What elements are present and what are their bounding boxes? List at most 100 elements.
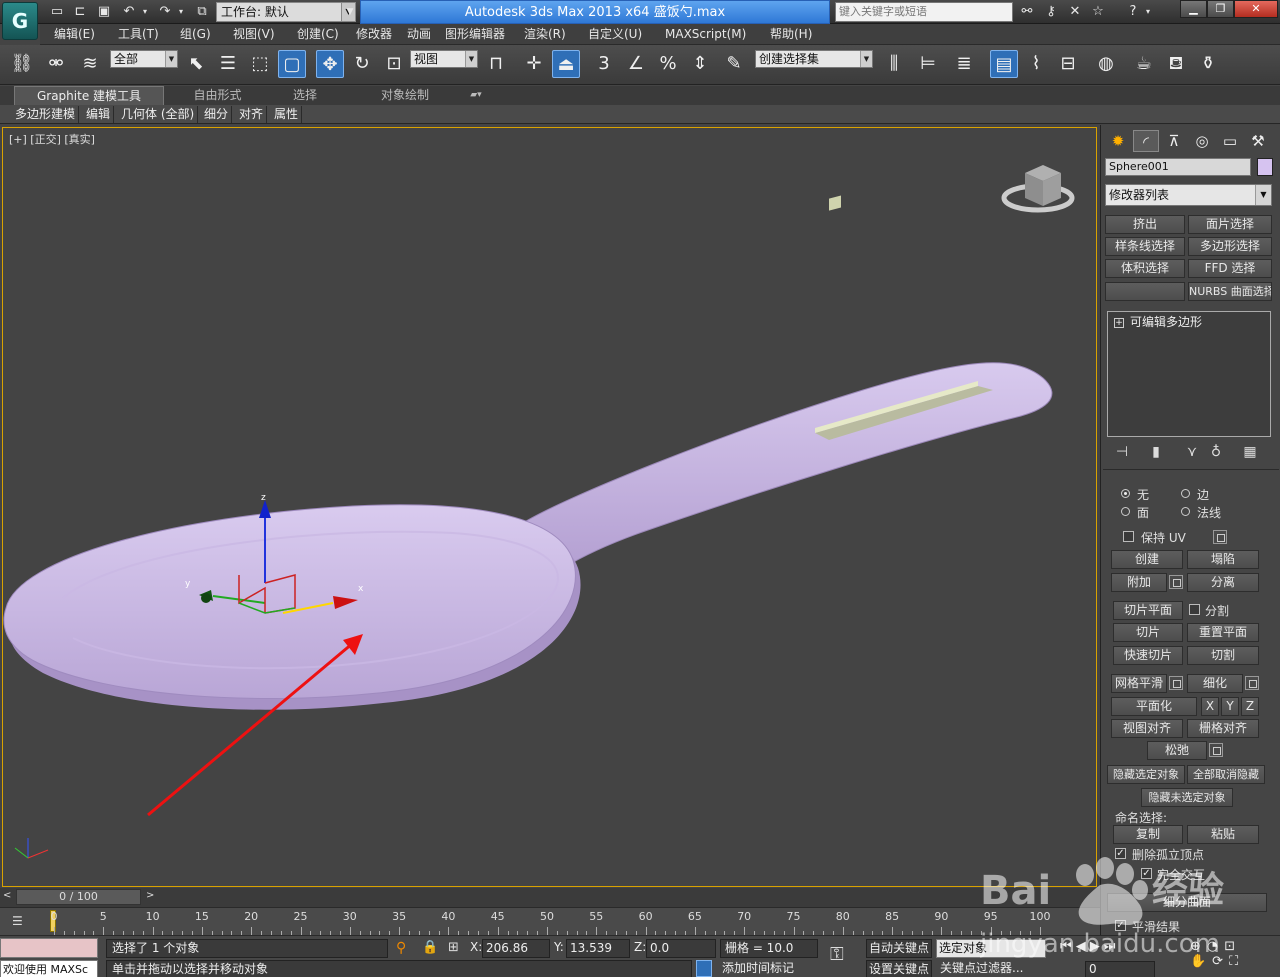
- new-file-icon[interactable]: ▭: [48, 3, 66, 21]
- menu-animation[interactable]: 动画: [407, 24, 431, 45]
- nurbs-surface-select-button[interactable]: NURBS 曲面选择: [1188, 282, 1272, 301]
- tab-graphite-modeling[interactable]: Graphite 建模工具: [14, 86, 164, 105]
- expand-plus-icon[interactable]: +: [1114, 317, 1124, 328]
- subdivision-surface-rollout[interactable]: 细分曲面: [1107, 893, 1267, 912]
- ribbon-align[interactable]: 对齐: [236, 106, 268, 123]
- key-icon[interactable]: ⚷: [1042, 3, 1060, 21]
- paste-button[interactable]: 粘贴: [1187, 825, 1259, 844]
- hierarchy-tab-icon[interactable]: ⊼: [1161, 130, 1187, 152]
- track-bar[interactable]: ☰ 0 5 10 15 20 25 30 35 40 45 50 55 60 65 70 75 80 85 90 95…: [0, 907, 1100, 935]
- redo-dropdown-icon[interactable]: ▾: [176, 3, 186, 21]
- help-icon[interactable]: ?: [1124, 3, 1142, 21]
- tab-selection[interactable]: 选择: [270, 86, 340, 105]
- render-setup-icon[interactable]: ☕: [1130, 50, 1158, 78]
- perspective-viewport[interactable]: [+] [正交] [真实] z y x: [2, 127, 1097, 887]
- view-align-button[interactable]: 视图对齐: [1111, 719, 1183, 738]
- hide-unselected-button[interactable]: 隐藏未选定对象: [1141, 788, 1233, 807]
- bind-space-warp-icon[interactable]: ≋: [76, 50, 104, 78]
- split-checkbox[interactable]: [1189, 604, 1200, 615]
- detach-button[interactable]: 分离: [1187, 573, 1259, 592]
- project-folder-icon[interactable]: ⧉: [193, 3, 211, 21]
- curve-editor-icon[interactable]: ⌇: [1022, 50, 1050, 78]
- spinner-snap-icon[interactable]: ⇕: [686, 50, 714, 78]
- binoculars-icon[interactable]: ⚯: [1018, 3, 1036, 21]
- planar-z-button[interactable]: Z: [1241, 697, 1259, 716]
- constraint-none-radio[interactable]: [1121, 489, 1130, 498]
- constraint-normal-radio[interactable]: [1181, 507, 1190, 516]
- quick-access-dropdown-icon[interactable]: ▼: [344, 3, 356, 21]
- maxscript-listener-pink[interactable]: [0, 938, 98, 958]
- menu-rendering[interactable]: 渲染(R): [524, 24, 566, 45]
- prev-frame-icon[interactable]: <: [3, 890, 11, 901]
- key-filters-button[interactable]: 关键点过滤器...: [938, 960, 1048, 977]
- menu-edit[interactable]: 编辑(E): [54, 24, 95, 45]
- cut-button[interactable]: 切割: [1187, 646, 1259, 665]
- vol-select-button[interactable]: 体积选择: [1105, 259, 1185, 278]
- open-file-icon[interactable]: ⊏: [71, 3, 89, 21]
- rendered-frame-icon[interactable]: ⛾: [1162, 50, 1190, 78]
- select-by-name-icon[interactable]: ☰: [214, 50, 242, 78]
- create-tab-icon[interactable]: ✹: [1105, 130, 1131, 152]
- select-object-icon[interactable]: ⬉: [182, 50, 210, 78]
- patch-select-button[interactable]: 面片选择: [1188, 215, 1272, 234]
- utilities-tab-icon[interactable]: ⚒: [1245, 130, 1271, 152]
- smooth-result-checkbox[interactable]: ✓: [1115, 920, 1126, 931]
- meshsmooth-button[interactable]: 网格平滑: [1111, 674, 1167, 693]
- auto-key-button[interactable]: 自动关键点: [866, 939, 932, 958]
- modifier-list-select[interactable]: 修改器列表 ▼: [1105, 184, 1272, 206]
- save-icon[interactable]: ▣: [95, 3, 113, 21]
- tessellate-button[interactable]: 细化: [1187, 674, 1243, 693]
- pin-stack-icon[interactable]: ⊣: [1113, 443, 1131, 461]
- make-planar-button[interactable]: 平面化: [1111, 697, 1197, 716]
- preserve-uv-settings-button[interactable]: [1213, 530, 1227, 544]
- poly-select-button[interactable]: 多边形选择: [1188, 237, 1272, 256]
- selection-lock-icon[interactable]: 🔒: [422, 940, 438, 955]
- preserve-uv-checkbox[interactable]: [1123, 531, 1134, 542]
- align-icon[interactable]: ⊨: [914, 50, 942, 78]
- ribbon-geometry-all[interactable]: 几何体 (全部): [118, 106, 199, 123]
- configure-modifier-sets-icon[interactable]: ▦: [1241, 443, 1259, 461]
- communication-icon[interactable]: ✕: [1066, 3, 1084, 21]
- ribbon-properties[interactable]: 属性: [271, 106, 303, 123]
- z-coord-field[interactable]: 0.0: [646, 939, 716, 958]
- menu-group[interactable]: 组(G): [180, 24, 211, 45]
- reference-coordinate-select[interactable]: 视图 ▼: [410, 50, 478, 68]
- add-time-tag[interactable]: 添加时间标记: [716, 960, 820, 977]
- select-and-rotate-icon[interactable]: ↻: [348, 50, 376, 78]
- extrude-button[interactable]: 挤出: [1105, 215, 1185, 234]
- menu-views[interactable]: 视图(V): [233, 24, 275, 45]
- unhide-all-button[interactable]: 全部取消隐藏: [1187, 765, 1265, 784]
- planar-x-button[interactable]: X: [1201, 697, 1219, 716]
- undo-dropdown-icon[interactable]: ▾: [140, 3, 150, 21]
- ffd-select-button[interactable]: FFD 选择: [1188, 259, 1272, 278]
- time-slider-track[interactable]: [0, 888, 1100, 907]
- favorite-star-icon[interactable]: ☆: [1089, 3, 1107, 21]
- minimize-button[interactable]: ▁: [1180, 0, 1207, 18]
- motion-tab-icon[interactable]: ◎: [1189, 130, 1215, 152]
- menu-help[interactable]: 帮助(H): [770, 24, 812, 45]
- tab-freeform[interactable]: 自由形式: [170, 86, 265, 105]
- restore-button[interactable]: ❐: [1207, 0, 1234, 18]
- mini-curve-editor-icon[interactable]: ☰: [12, 914, 23, 928]
- menu-modifiers[interactable]: 修改器: [356, 24, 392, 45]
- layer-manager-icon[interactable]: ≣: [950, 50, 978, 78]
- grid-align-button[interactable]: 栅格对齐: [1187, 719, 1259, 738]
- undo-icon[interactable]: ↶: [120, 3, 138, 21]
- relax-button[interactable]: 松弛: [1147, 741, 1207, 760]
- named-selection-set-select[interactable]: 创建选择集 ▼: [755, 50, 873, 68]
- window-crossing-icon[interactable]: ▢: [278, 50, 306, 78]
- slice-button[interactable]: 切片: [1113, 623, 1183, 642]
- make-unique-icon[interactable]: ⋎: [1183, 443, 1201, 461]
- playback-controls[interactable]: ⏮◀▶⏭: [1060, 939, 1180, 958]
- attach-button[interactable]: 附加: [1111, 573, 1167, 592]
- menu-graph-editors[interactable]: 图形编辑器: [445, 24, 505, 45]
- workspace-select[interactable]: 工作台: 默认 ▼: [216, 2, 356, 22]
- ribbon-subdivision[interactable]: 细分: [201, 106, 233, 123]
- select-and-link-icon[interactable]: ⛓: [8, 50, 36, 78]
- current-frame-field[interactable]: 0: [1085, 961, 1155, 977]
- select-and-move-icon[interactable]: ✥: [316, 50, 344, 78]
- time-tag-icon[interactable]: [696, 960, 712, 977]
- full-interactivity-checkbox[interactable]: ✓: [1141, 868, 1152, 879]
- collapse-button[interactable]: 塌陷: [1187, 550, 1259, 569]
- snaps-toggle-icon[interactable]: 3: [590, 50, 618, 78]
